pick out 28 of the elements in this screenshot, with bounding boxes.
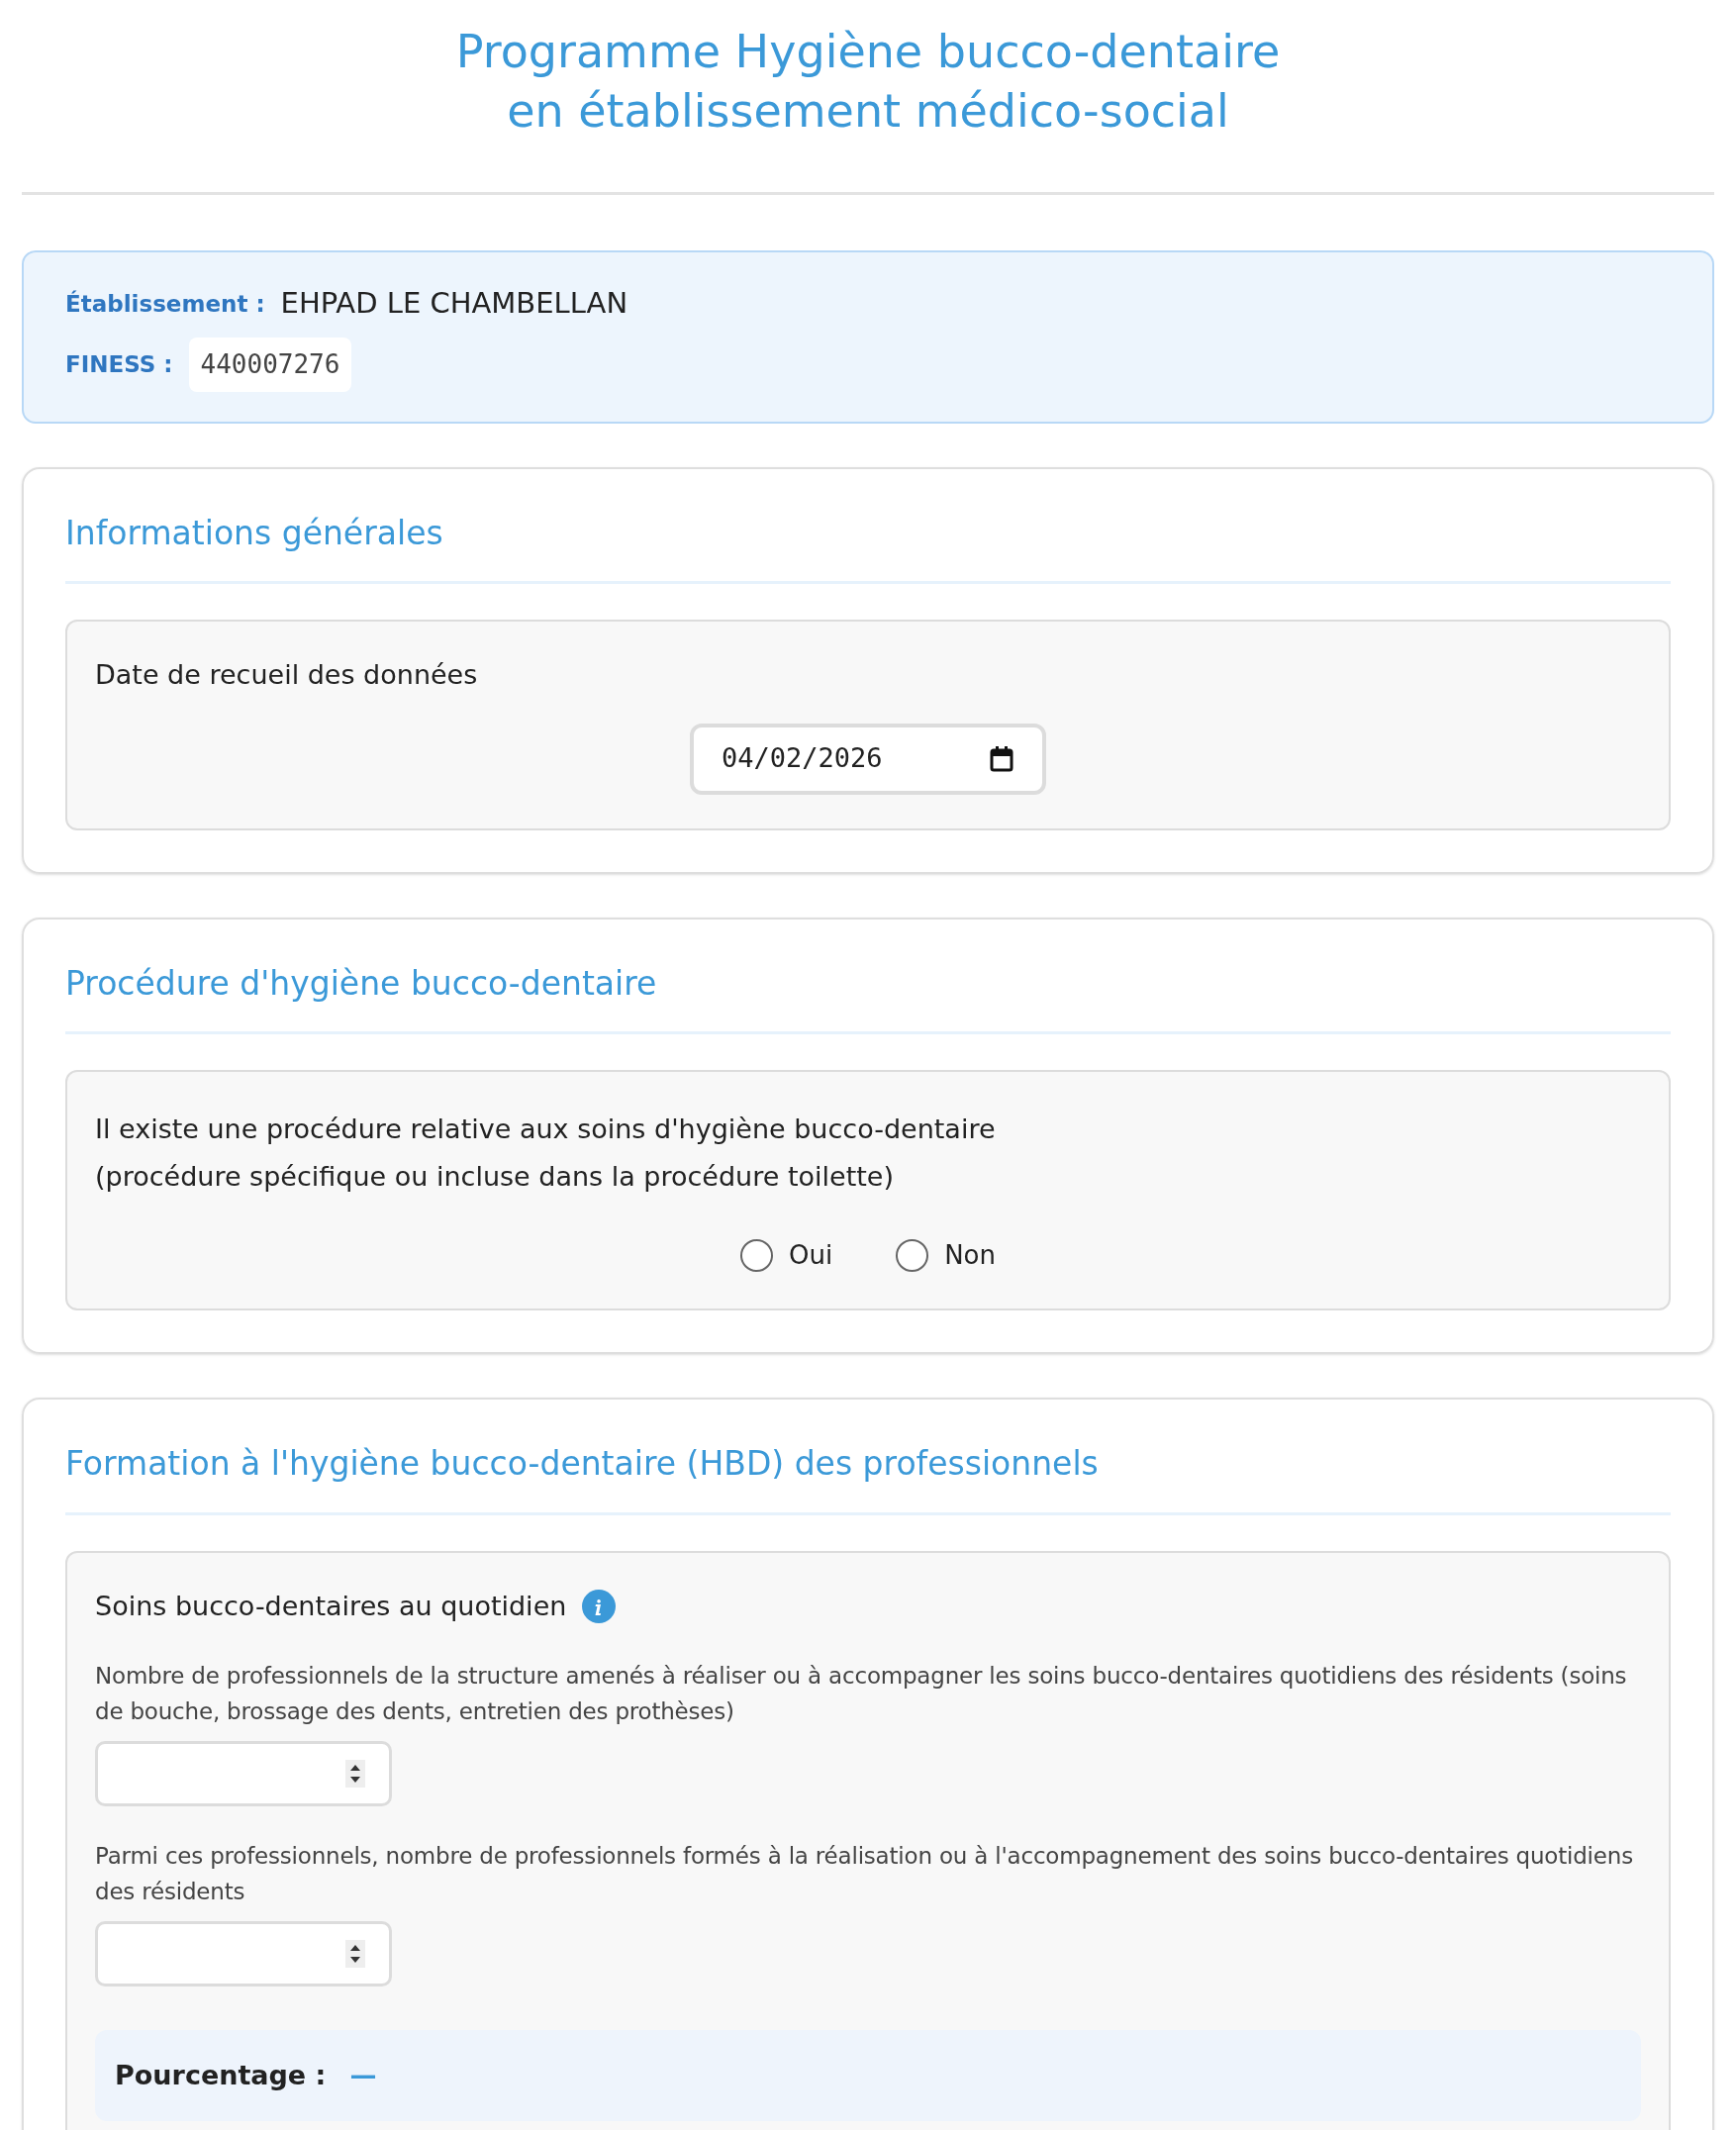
page-title: en établissement médico-social — [507, 83, 1229, 140]
result-label: Pourcentage : — [115, 2058, 327, 2092]
info-icon[interactable] — [582, 1589, 617, 1623]
question-label: (procédure spécifique ou incluse dans la procédure toilette) — [95, 1160, 895, 1194]
section-title: Procédure d'hygiène bucco-dentaire — [65, 958, 1671, 1034]
result-value: — — [349, 2058, 377, 2092]
radio-button[interactable] — [740, 1239, 773, 1272]
radio-label[interactable]: Oui — [789, 1236, 833, 1275]
finess-number: 440007276 — [188, 337, 352, 392]
number-field[interactable] — [95, 1921, 392, 1986]
establishment-label: Établissement : — [65, 289, 265, 319]
finess-label: FINESS : — [65, 349, 173, 379]
question-label: Il existe une procédure relative aux soins d'hygiène bucco-dentaire — [95, 1113, 997, 1146]
section-title: Formation à l'hygiène bucco-dentaire (HBD) des professionnels — [65, 1439, 1671, 1515]
question-label: Soins bucco-dentaires au quotidien — [95, 1589, 567, 1623]
radio-button[interactable] — [896, 1239, 929, 1272]
establishment-name: EHPAD LE CHAMBELLAN — [280, 285, 628, 322]
page-title: Programme Hygiène bucco-dentaire — [455, 24, 1281, 80]
field-label: Parmi ces professionnels, nombre de professionnels formés à la réalisation ou à l'accompagnement des soins bucco-dentaires quotidiens des résidents — [95, 1842, 1634, 1906]
number-field[interactable] — [95, 1741, 392, 1806]
stepper-icon[interactable] — [345, 1760, 365, 1788]
section-title: Informations générales — [65, 508, 1671, 584]
field-label: Nombre de professionnels de la structure amenés à réaliser ou à accompagner les soins bucco-dentaires quotidiens des résidents (soins de bouche, brossage des dents, entretien des prothèses) — [95, 1662, 1628, 1726]
calendar-icon[interactable] — [989, 744, 1014, 773]
date-field[interactable]: 04/02/2026 — [690, 723, 1046, 795]
question-label: Date de recueil des données — [95, 658, 479, 692]
radio-label[interactable]: Non — [944, 1236, 996, 1275]
stepper-icon[interactable] — [345, 1940, 365, 1968]
